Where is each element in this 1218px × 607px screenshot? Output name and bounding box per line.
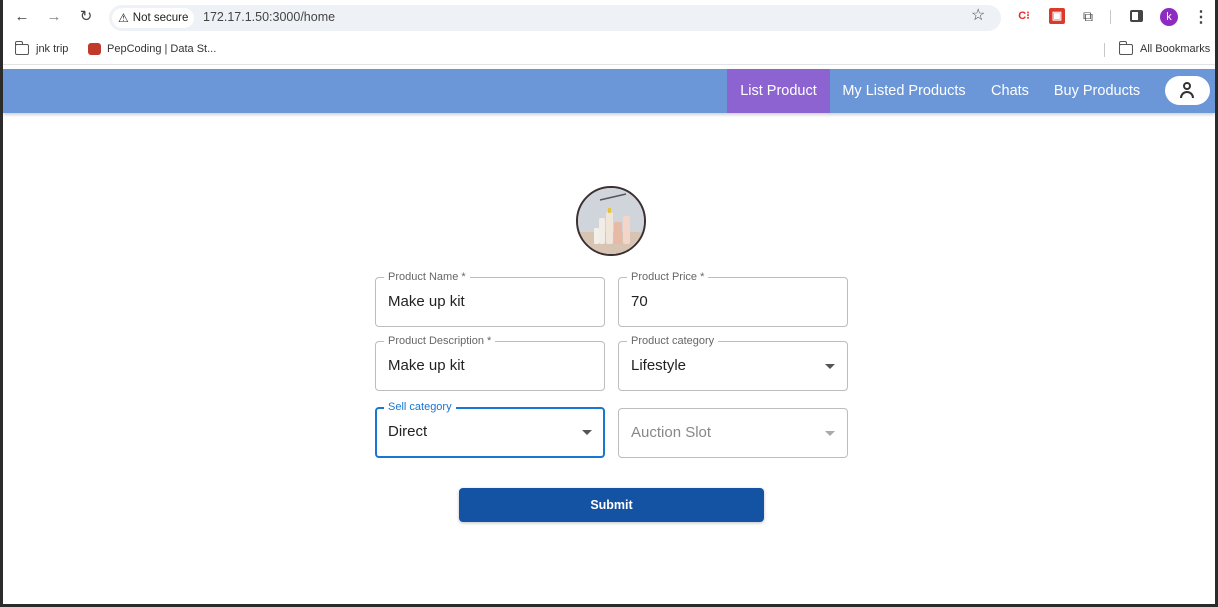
bookmark-star-icon[interactable]: ☆ [971, 5, 985, 25]
product-price-field[interactable]: Product Price * 70 [618, 270, 848, 327]
address-bar[interactable]: ⚠ Not secure 172.17.1.50:3000/home [109, 5, 1001, 31]
warning-icon: ⚠ [118, 11, 129, 25]
browser-toolbar: ← → ↻ ⚠ Not secure 172.17.1.50:3000/home… [3, 0, 1215, 35]
extension-c-icon[interactable]: C⁝ [1016, 8, 1032, 24]
chevron-down-icon[interactable] [825, 431, 835, 436]
app-header: List Product My Listed Products Chats Bu… [3, 69, 1215, 113]
product-description-field[interactable]: Product Description * Make up kit [375, 334, 605, 391]
product-price-value[interactable]: 70 [631, 293, 648, 310]
sell-category-value: Direct [388, 423, 428, 440]
folder-icon [14, 40, 29, 55]
sell-category-label: Sell category [384, 400, 456, 414]
folder-icon [1118, 40, 1133, 55]
security-chip[interactable]: ⚠ Not secure [112, 8, 195, 28]
profile-avatar[interactable]: k [1160, 8, 1178, 26]
product-category-label: Product category [627, 334, 719, 348]
bookmark-label: jnk trip [36, 43, 69, 55]
tab-my-listed-products[interactable]: My Listed Products [837, 69, 971, 113]
product-description-value[interactable]: Make up kit [388, 357, 465, 374]
product-name-value[interactable]: Make up kit [388, 293, 465, 310]
pepcoding-icon [88, 43, 101, 55]
user-icon-body [1180, 91, 1194, 98]
auction-slot-placeholder: Auction Slot [631, 424, 712, 441]
forward-arrow-icon[interactable]: → [44, 7, 64, 27]
side-panel-icon[interactable] [1130, 10, 1143, 22]
all-bookmarks-label: All Bookmarks [1140, 43, 1211, 55]
tab-list-product[interactable]: List Product [727, 69, 830, 113]
bookmark-pepcoding[interactable]: PepCoding | Data St... [88, 43, 216, 55]
reload-icon[interactable]: ↻ [76, 7, 96, 27]
product-category-select[interactable]: Product category Lifestyle [618, 334, 848, 391]
toolbar-divider [1110, 10, 1111, 24]
bookmarks-bar: jnk trip PepCoding | Data St... All Book… [3, 35, 1215, 65]
extension-red-icon[interactable]: ▣ [1049, 8, 1065, 24]
user-menu-button[interactable] [1165, 76, 1210, 105]
product-category-value: Lifestyle [631, 357, 687, 374]
extensions-puzzle-icon[interactable]: ⧉ [1080, 8, 1096, 24]
browser-window: ← → ↻ ⚠ Not secure 172.17.1.50:3000/home… [0, 0, 1218, 607]
bookmarks-divider [1104, 43, 1105, 57]
all-bookmarks[interactable]: All Bookmarks [1118, 40, 1211, 55]
product-description-label: Product Description * [384, 334, 496, 348]
product-photo [578, 188, 644, 254]
chevron-down-icon[interactable] [582, 430, 592, 435]
chevron-down-icon[interactable] [825, 364, 835, 369]
url-text[interactable]: 172.17.1.50:3000/home [203, 10, 335, 24]
bookmark-jnk-trip[interactable]: jnk trip [14, 40, 69, 55]
tab-chats[interactable]: Chats [983, 69, 1037, 113]
user-icon [1183, 82, 1191, 90]
product-name-field[interactable]: Product Name * Make up kit [375, 270, 605, 327]
bookmark-label: PepCoding | Data St... [107, 43, 217, 55]
security-label: Not secure [132, 12, 189, 24]
tab-buy-products[interactable]: Buy Products [1047, 69, 1147, 113]
product-price-label: Product Price * [627, 270, 709, 284]
product-name-label: Product Name * [384, 270, 470, 284]
auction-slot-select[interactable]: Auction Slot [618, 408, 848, 458]
submit-button[interactable]: Submit [459, 488, 764, 522]
product-image[interactable] [576, 186, 646, 256]
sell-category-select[interactable]: Sell category Direct [375, 400, 605, 458]
back-arrow-icon[interactable]: ← [12, 7, 32, 27]
browser-menu-icon[interactable]: ⋮ [1193, 7, 1209, 27]
